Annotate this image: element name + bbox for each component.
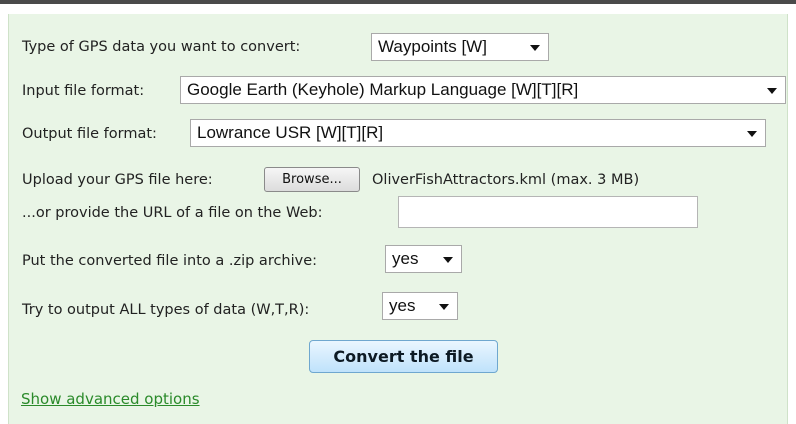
input-format-value: Google Earth (Keyhole) Markup Language [… xyxy=(187,80,579,99)
upload-label: Upload your GPS file here: xyxy=(22,172,213,188)
all-types-label: Try to output ALL types of data (W,T,R): xyxy=(22,302,310,318)
chevron-down-icon xyxy=(439,304,449,310)
show-advanced-options-link[interactable]: Show advanced options xyxy=(21,390,200,408)
top-rule xyxy=(0,0,796,4)
zip-select[interactable]: yes xyxy=(385,245,462,273)
chevron-down-icon xyxy=(767,88,777,94)
url-input[interactable] xyxy=(398,196,698,228)
gps-type-select[interactable]: Waypoints [W] xyxy=(371,33,549,61)
chevron-down-icon xyxy=(747,131,757,137)
all-types-select[interactable]: yes xyxy=(382,292,458,320)
gps-type-value: Waypoints [W] xyxy=(378,37,487,56)
convert-button[interactable]: Convert the file xyxy=(309,340,498,373)
chevron-down-icon xyxy=(530,45,540,51)
browse-button[interactable]: Browse... xyxy=(264,167,360,192)
url-label: ...or provide the URL of a file on the W… xyxy=(22,205,323,221)
zip-value: yes xyxy=(392,249,419,268)
input-format-select[interactable]: Google Earth (Keyhole) Markup Language [… xyxy=(180,76,786,104)
gps-type-label: Type of GPS data you want to convert: xyxy=(22,39,301,55)
chevron-down-icon xyxy=(443,257,453,263)
output-format-value: Lowrance USR [W][T][R] xyxy=(197,123,384,142)
zip-label: Put the converted file into a .zip archi… xyxy=(22,253,318,269)
input-format-label: Input file format: xyxy=(22,83,145,99)
output-format-label: Output file format: xyxy=(22,126,157,142)
output-format-select[interactable]: Lowrance USR [W][T][R] xyxy=(190,119,766,147)
selected-file-info: OliverFishAttractors.kml (max. 3 MB) xyxy=(372,172,640,188)
all-types-value: yes xyxy=(389,296,416,315)
